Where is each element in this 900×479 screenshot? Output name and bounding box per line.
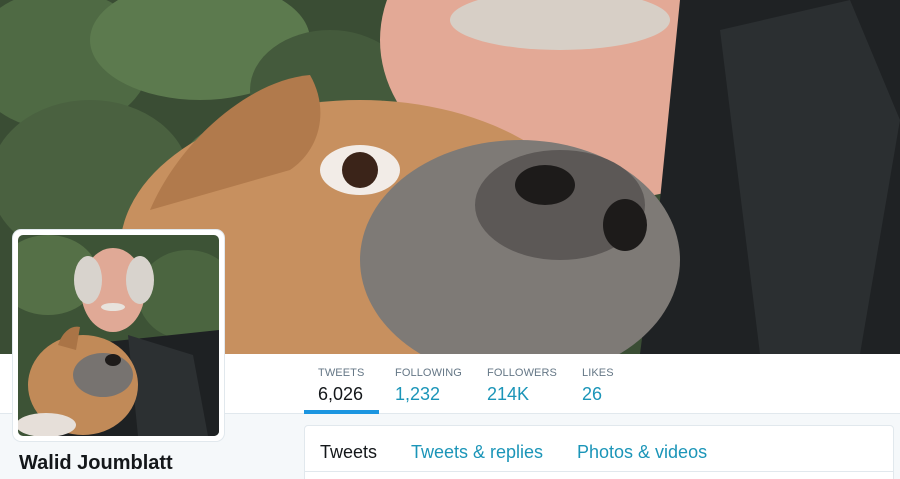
tab-divider (305, 471, 893, 472)
stat-tweets-label: TWEETS (318, 367, 365, 379)
stat-followers-label: FOLLOWERS (487, 367, 557, 379)
profile-name[interactable]: Walid Joumblatt (19, 452, 173, 475)
tab-tweets[interactable]: Tweets (320, 441, 377, 463)
tab-photos-videos[interactable]: Photos & videos (577, 441, 707, 463)
stat-following-label: FOLLOWING (395, 367, 462, 379)
profile-page: TWEETS 6,026 FOLLOWING 1,232 FOLLOWERS 2… (0, 0, 900, 479)
stat-following-value: 1,232 (395, 384, 441, 404)
stat-likes-label: LIKES (582, 367, 614, 379)
stat-followers[interactable]: FOLLOWERS 214K (473, 354, 563, 414)
stat-tweets[interactable]: TWEETS 6,026 (304, 354, 379, 414)
stat-likes[interactable]: LIKES 26 (568, 354, 628, 414)
stat-likes-value: 26 (582, 384, 603, 404)
avatar-image (18, 235, 219, 436)
profile-avatar[interactable] (13, 230, 224, 441)
stat-tweets-value: 6,026 (318, 384, 364, 404)
tab-tweets-replies[interactable]: Tweets & replies (411, 441, 543, 463)
timeline-tabs: Tweets Tweets & replies Photos & videos (304, 425, 894, 479)
stat-followers-value: 214K (487, 384, 530, 404)
stat-following[interactable]: FOLLOWING 1,232 (381, 354, 465, 414)
